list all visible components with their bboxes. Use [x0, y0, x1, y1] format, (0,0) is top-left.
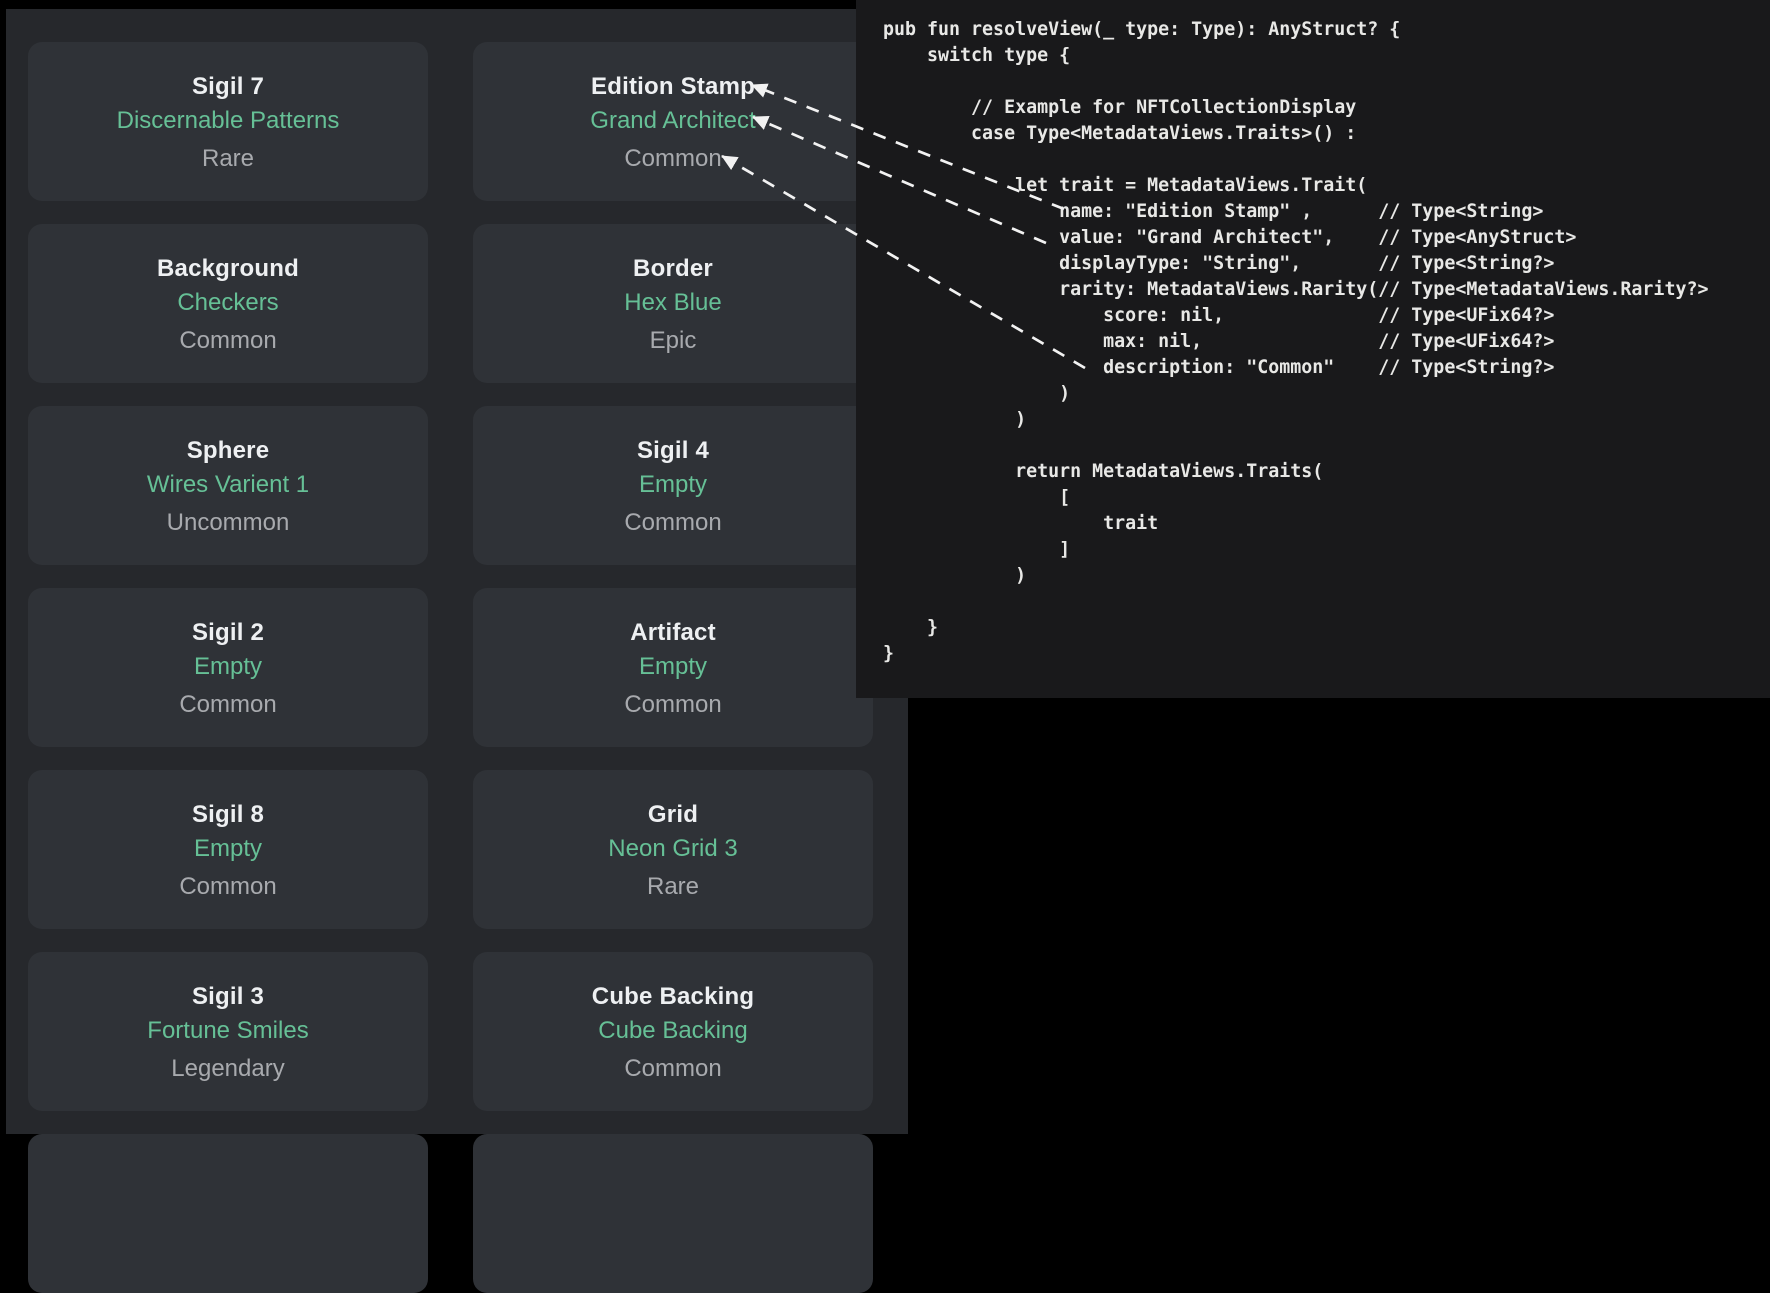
trait-name: Sigil 4 [473, 434, 873, 467]
code-panel: pub fun resolveView(_ type: Type): AnySt… [856, 0, 1770, 698]
trait-value: Empty [28, 649, 428, 685]
trait-value: Checkers [28, 285, 428, 321]
trait-value: Cube Backing [473, 1013, 873, 1049]
trait-value: Empty [473, 649, 873, 685]
trait-value: Empty [28, 831, 428, 867]
trait-name: Sigil 3 [28, 980, 428, 1013]
trait-card-cube-backing: Cube Backing Cube Backing Common [473, 952, 873, 1111]
trait-card-partial [28, 1134, 428, 1293]
trait-card-partial [473, 1134, 873, 1293]
trait-rarity: Common [28, 869, 428, 905]
trait-card-sigil-2: Sigil 2 Empty Common [28, 588, 428, 747]
trait-name: Background [28, 252, 428, 285]
trait-rarity: Common [473, 505, 873, 541]
trait-value: Fortune Smiles [28, 1013, 428, 1049]
code-block: pub fun resolveView(_ type: Type): AnySt… [856, 0, 1770, 667]
trait-value: Discernable Patterns [28, 103, 428, 139]
traits-column-left: Sigil 7 Discernable Patterns Rare Backgr… [28, 42, 428, 1293]
trait-name: Sphere [28, 434, 428, 467]
trait-card-edition-stamp: Edition Stamp Grand Architect Common [473, 42, 873, 201]
trait-rarity: Epic [473, 323, 873, 359]
trait-value: Hex Blue [473, 285, 873, 321]
trait-card-sigil-7: Sigil 7 Discernable Patterns Rare [28, 42, 428, 201]
trait-name: Artifact [473, 616, 873, 649]
traits-column-right: Edition Stamp Grand Architect Common Bor… [473, 42, 873, 1293]
traits-panel: Sigil 7 Discernable Patterns Rare Backgr… [6, 9, 908, 1134]
trait-card-sigil-4: Sigil 4 Empty Common [473, 406, 873, 565]
trait-card-sigil-8: Sigil 8 Empty Common [28, 770, 428, 929]
trait-card-artifact: Artifact Empty Common [473, 588, 873, 747]
trait-rarity: Legendary [28, 1051, 428, 1087]
trait-value: Empty [473, 467, 873, 503]
trait-name: Edition Stamp [473, 70, 873, 103]
trait-rarity: Rare [473, 869, 873, 905]
trait-name: Sigil 7 [28, 70, 428, 103]
trait-name: Sigil 2 [28, 616, 428, 649]
trait-card-grid: Grid Neon Grid 3 Rare [473, 770, 873, 929]
trait-card-sphere: Sphere Wires Varient 1 Uncommon [28, 406, 428, 565]
trait-rarity: Uncommon [28, 505, 428, 541]
trait-card-border: Border Hex Blue Epic [473, 224, 873, 383]
trait-rarity: Common [473, 687, 873, 723]
trait-rarity: Common [28, 687, 428, 723]
trait-value: Neon Grid 3 [473, 831, 873, 867]
trait-name: Cube Backing [473, 980, 873, 1013]
trait-name: Sigil 8 [28, 798, 428, 831]
trait-card-background: Background Checkers Common [28, 224, 428, 383]
trait-rarity: Rare [28, 141, 428, 177]
trait-name: Grid [473, 798, 873, 831]
trait-value: Wires Varient 1 [28, 467, 428, 503]
trait-card-sigil-3: Sigil 3 Fortune Smiles Legendary [28, 952, 428, 1111]
trait-rarity: Common [473, 1051, 873, 1087]
trait-rarity: Common [28, 323, 428, 359]
trait-value: Grand Architect [473, 103, 873, 139]
trait-name: Border [473, 252, 873, 285]
trait-rarity: Common [473, 141, 873, 177]
